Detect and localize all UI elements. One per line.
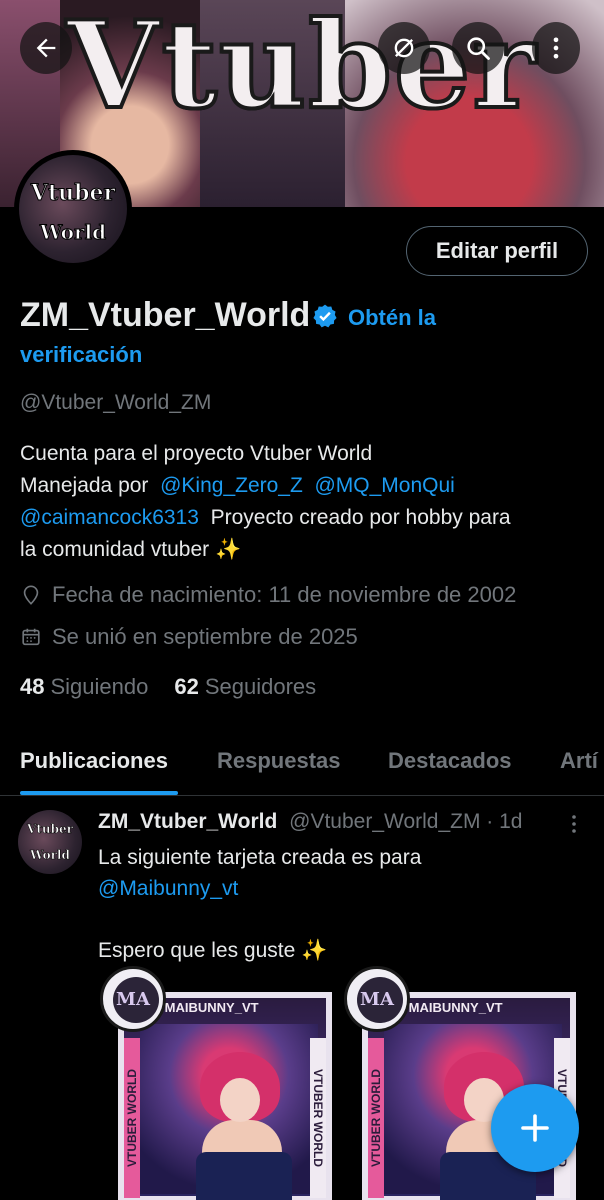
artwork-shape — [220, 1078, 260, 1122]
card-side-label: VTUBER WORLD — [368, 1038, 384, 1198]
mention-link[interactable]: @MQ_MonQui — [314, 474, 454, 497]
more-options-button[interactable] — [532, 22, 580, 74]
display-name: ZM_Vtuber_World — [20, 296, 311, 334]
avatar-text: Vtuber — [30, 180, 116, 206]
card-artwork — [140, 1024, 318, 1200]
post-header: ZM_Vtuber_World @Vtuber_World_ZM · 1d — [98, 810, 523, 834]
post-spacer — [98, 904, 578, 935]
joined-row: Se unió en septiembre de 2025 — [20, 624, 358, 650]
card-logo: MA — [100, 966, 166, 1032]
card-top-label: @MAIBUNNY_VT — [396, 1000, 503, 1015]
followers-label: Seguidores — [204, 674, 317, 699]
mention-link[interactable]: @Maibunny_vt — [98, 873, 578, 904]
post-line: La siguiente tarjeta creada es para — [98, 846, 422, 869]
mention-link[interactable]: @caimancock6313 — [20, 506, 199, 529]
verified-badge-icon — [313, 304, 337, 328]
compose-button[interactable] — [491, 1084, 579, 1172]
follow-stats: 48 Siguiendo 62 Seguidores — [20, 674, 316, 700]
more-vertical-icon — [553, 37, 559, 59]
card-side-label: VTUBER WORLD — [124, 1038, 140, 1198]
mention-link[interactable]: @King_Zero_Z — [160, 474, 303, 497]
bio-text: Manejada por — [20, 474, 149, 497]
bio-line: @caimancock6313 Proyecto creado por hobb… — [20, 502, 590, 534]
following-link[interactable]: 48 Siguiendo — [20, 674, 148, 700]
card-logo-text: MA — [116, 988, 150, 1010]
profile-tabs: Publicaciones Respuestas Destacados Artí — [0, 740, 604, 796]
active-tab-indicator — [20, 791, 178, 795]
joined-text: Se unió en septiembre de 2025 — [52, 624, 358, 649]
post-more-icon[interactable] — [562, 812, 586, 836]
plus-icon — [521, 1114, 549, 1142]
arrow-left-icon — [36, 38, 56, 58]
card-logo-text: MA — [360, 988, 394, 1010]
tab-respuestas[interactable]: Respuestas — [217, 748, 341, 774]
card-logo: MA — [344, 966, 410, 1032]
location-pin-icon — [23, 585, 39, 605]
avatar-text: World — [30, 848, 70, 862]
edit-profile-button[interactable]: Editar perfil — [406, 226, 588, 276]
post-text: La siguiente tarjeta creada es para @Mai… — [98, 842, 578, 966]
search-icon — [467, 37, 490, 60]
post-line: Espero que les guste ✨ — [98, 939, 328, 962]
calendar-icon — [22, 628, 40, 646]
grok-button[interactable] — [378, 22, 430, 74]
following-label: Siguiendo — [50, 674, 149, 699]
followers-link[interactable]: 62 Seguidores — [174, 674, 316, 700]
tab-destacados[interactable]: Destacados — [388, 748, 512, 774]
profile-handle: @Vtuber_World_ZM — [20, 391, 212, 414]
profile-avatar[interactable]: Vtuber World — [14, 150, 132, 268]
bio-line: Manejada por @King_Zero_Z @MQ_MonQui — [20, 470, 590, 502]
profile-bio: Cuenta para el proyecto Vtuber World Man… — [20, 438, 590, 566]
followers-count: 62 — [174, 674, 199, 699]
post-author-name[interactable]: ZM_Vtuber_World — [98, 810, 277, 833]
birthday-row: Fecha de nacimiento: 11 de noviembre de … — [20, 582, 516, 608]
get-verified-link[interactable]: Obtén la — [348, 305, 436, 331]
post-media-image[interactable]: @MAIBUNNY_VT VTUBER WORLD VTUBER WORLD M… — [100, 966, 338, 1200]
tab-articulos[interactable]: Artí — [560, 748, 598, 774]
post-author-avatar[interactable]: Vtuber World — [18, 810, 82, 874]
bio-text: Proyecto creado por hobby para — [210, 506, 511, 529]
bio-line: la comunidad vtuber ✨ — [20, 538, 242, 561]
grok-icon — [394, 38, 414, 58]
bio-line: Cuenta para el proyecto Vtuber World — [20, 442, 373, 465]
back-button[interactable] — [20, 22, 72, 74]
post-author-handle[interactable]: @Vtuber_World_ZM · 1d — [289, 810, 522, 833]
following-count: 48 — [20, 674, 45, 699]
card-top-label: @MAIBUNNY_VT — [152, 1000, 259, 1015]
card-side-label: VTUBER WORLD — [310, 1038, 326, 1198]
artwork-shape — [196, 1152, 292, 1200]
search-button[interactable] — [452, 22, 504, 74]
birthday-text: Fecha de nacimiento: 11 de noviembre de … — [52, 582, 517, 607]
avatar-text: Vtuber — [27, 822, 73, 836]
avatar-text: World — [39, 220, 107, 244]
get-verified-link[interactable]: verificación — [20, 342, 142, 368]
tab-publicaciones[interactable]: Publicaciones — [20, 748, 168, 774]
